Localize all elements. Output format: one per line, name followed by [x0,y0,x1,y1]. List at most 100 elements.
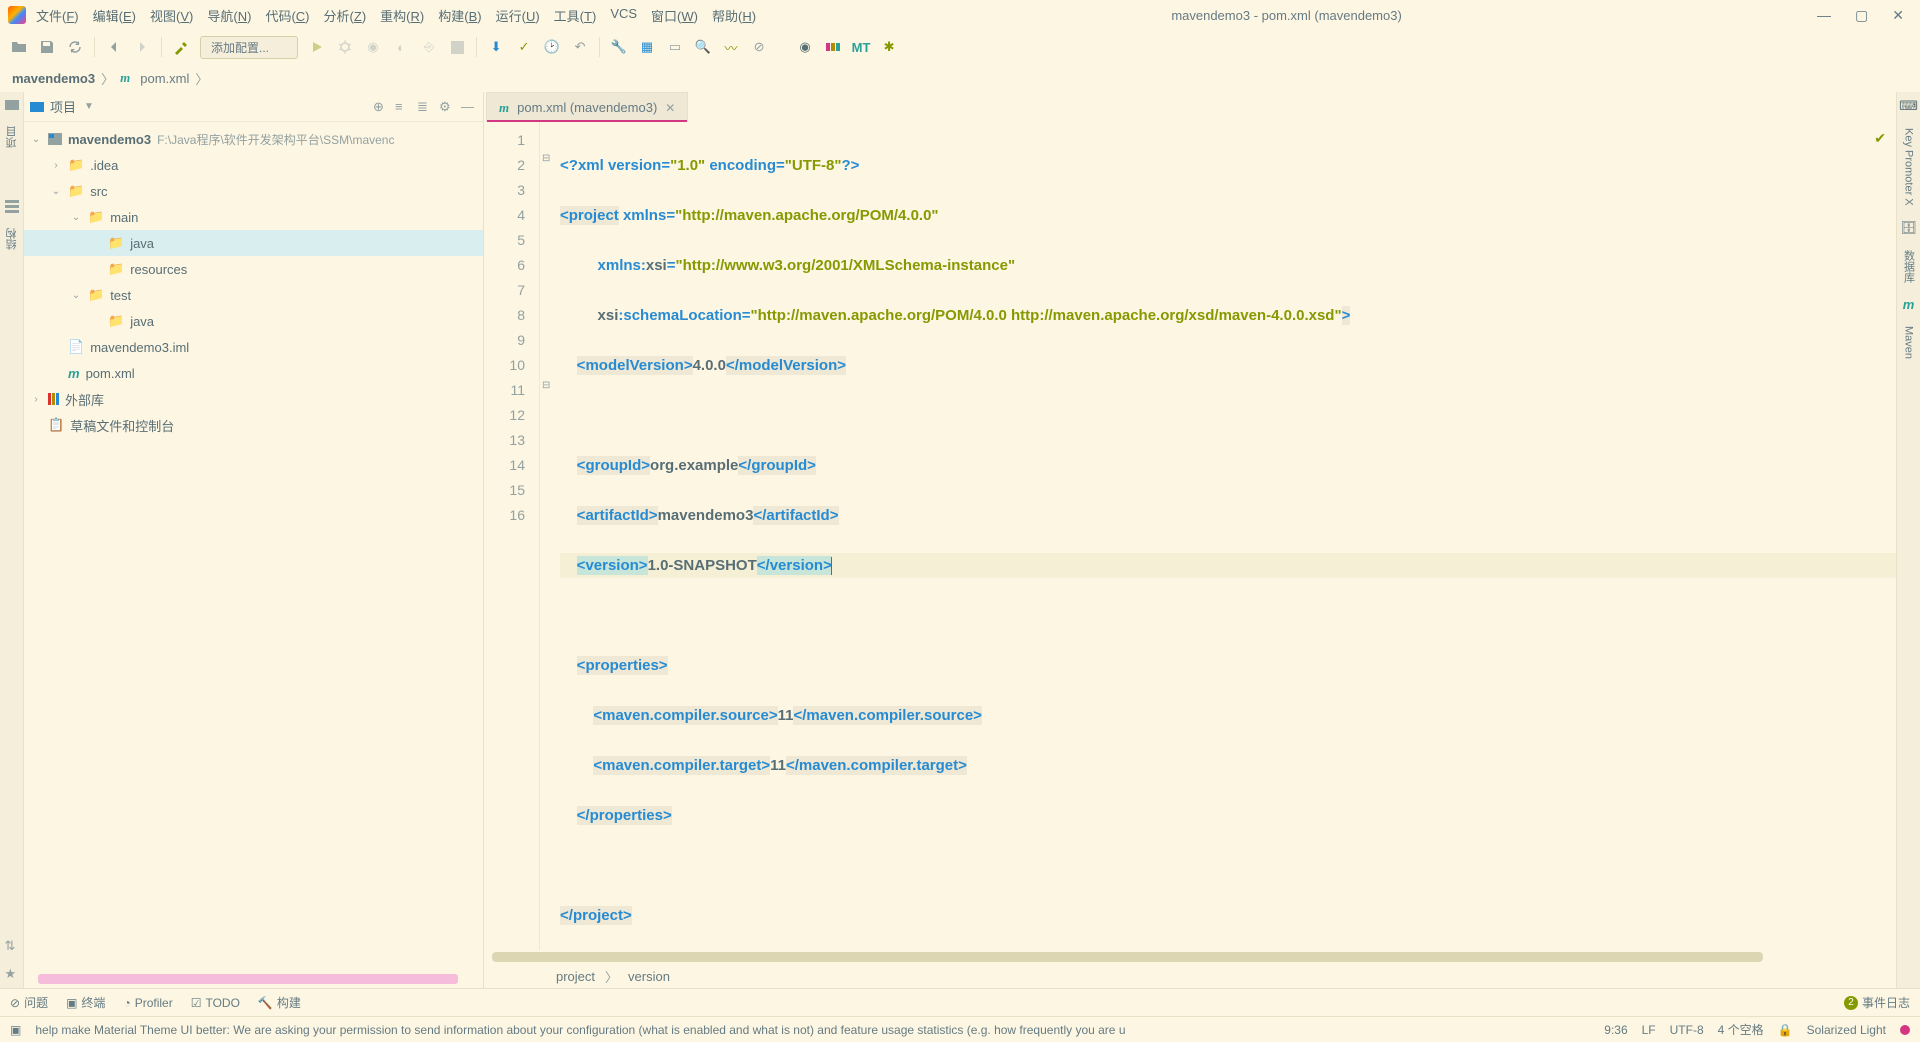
locate-icon[interactable]: ⊕ [373,99,389,115]
tree-java-test[interactable]: 📁java [24,308,483,334]
build-tool[interactable]: 🔨 构建 [258,994,301,1011]
tree-iml[interactable]: 📄mavendemo3.iml [24,334,483,360]
save-icon[interactable] [38,38,56,56]
sonar-icon[interactable]: 〰 [722,38,740,56]
tree-java-main[interactable]: 📁java [24,230,483,256]
tree-resources[interactable]: 📁resources [24,256,483,282]
menu-refactor[interactable]: 重构(R) [380,6,424,25]
tree-test[interactable]: ⌄📁test [24,282,483,308]
cursor-position[interactable]: 9:36 [1604,1023,1627,1037]
search-icon[interactable]: 🔍 [694,38,712,56]
expand-all-icon[interactable]: ≡ [395,99,411,115]
coverage-icon[interactable]: ◉ [364,38,382,56]
open-icon[interactable] [10,38,28,56]
favorites-icon[interactable]: ★ [5,966,19,980]
menu-tools[interactable]: 工具(T) [554,6,597,25]
tree-pom[interactable]: mpom.xml [24,360,483,386]
maven-tab[interactable]: Maven [1903,322,1915,363]
breadcrumb-root[interactable]: mavendemo3 [12,71,95,86]
code-editor[interactable]: ✔ 12345678910111213141516 ⊟ ⊟ <?xml vers… [484,122,1896,950]
git-dot-icon[interactable] [1900,1025,1910,1035]
git-update-icon[interactable]: ⬇ [487,38,505,56]
project-hscrollbar[interactable] [38,974,458,984]
toolwindows-icon[interactable]: ▣ [10,1023,21,1037]
commit-tool-icon[interactable]: ⇅ [5,938,19,952]
eventlog-tool[interactable]: 2 事件日志 [1844,994,1910,1011]
menu-code[interactable]: 代码(C) [265,6,309,25]
maximize-icon[interactable]: ▢ [1855,7,1868,24]
line-separator[interactable]: LF [1642,1023,1656,1037]
git-commit-icon[interactable]: ✓ [515,38,533,56]
editor-hscrollbar[interactable] [492,952,1763,962]
sync-icon[interactable] [66,38,84,56]
phone-icon[interactable]: ▭ [666,38,684,56]
tree-root[interactable]: ⌄ mavendemo3 F:\Java程序\软件开发架构平台\SSM\mave… [24,126,483,152]
close-icon[interactable]: ✕ [1892,7,1904,24]
tree-src[interactable]: ⌄📁src [24,178,483,204]
menu-help[interactable]: 帮助(H) [712,6,756,25]
run-icon[interactable] [308,38,326,56]
tree-external-libs[interactable]: ›外部库 [24,386,483,412]
fold-gutter[interactable]: ⊟ ⊟ [540,122,556,950]
git-history-icon[interactable]: 🕑 [543,38,561,56]
database-icon[interactable]: 🗄 [1900,220,1917,236]
maven-icon[interactable]: m [1903,297,1915,312]
project-icon[interactable] [5,98,19,112]
menu-navigate[interactable]: 导航(N) [207,6,251,25]
gear-icon[interactable]: ⚙ [439,99,455,115]
file-encoding[interactable]: UTF-8 [1670,1023,1704,1037]
debug-icon[interactable] [336,38,354,56]
collapse-all-icon[interactable]: ≣ [417,99,433,115]
menu-file[interactable]: 文件(F) [36,6,79,25]
puzzle-icon[interactable]: ✱ [880,38,898,56]
stop-icon[interactable] [448,38,466,56]
inspection-ok-icon[interactable]: ✔ [1874,130,1886,147]
hammer-icon[interactable] [172,38,190,56]
run-config-combo[interactable]: 添加配置... [200,36,298,59]
tree-idea[interactable]: ›📁.idea [24,152,483,178]
db-tool-icon[interactable]: ▦ [638,38,656,56]
terminal-tool[interactable]: ▣ 终端 [66,994,105,1011]
no-icon[interactable]: ⊘ [750,38,768,56]
database-tab[interactable]: 数据库 [1901,246,1917,287]
menu-run[interactable]: 运行(U) [496,6,540,25]
profile-icon[interactable]: ◐ [392,38,410,56]
minimize-icon[interactable]: — [1817,7,1831,24]
back-icon[interactable] [105,38,123,56]
git-revert-icon[interactable]: ↶ [571,38,589,56]
tab-close-icon[interactable]: ✕ [665,101,675,115]
colors-icon[interactable] [824,38,842,56]
keypromoter-icon[interactable]: ⌨ [1899,98,1918,114]
menu-build[interactable]: 构建(B) [438,6,481,25]
project-tab[interactable]: 项目 [4,120,20,154]
tab-pom[interactable]: m pom.xml (mavendemo3) ✕ [486,92,688,122]
lock-icon[interactable]: 🔒 [1778,1023,1793,1037]
menu-edit[interactable]: 编辑(E) [93,6,136,25]
editor-crumb-version[interactable]: version [628,969,670,984]
wrench-icon[interactable]: 🔧 [610,38,628,56]
hide-panel-icon[interactable]: — [461,99,477,115]
profiler-tool[interactable]: ◔ Profiler [123,996,172,1010]
chevron-down-icon[interactable]: ▼ [84,101,94,112]
line-gutter[interactable]: 12345678910111213141516 [484,122,540,950]
project-tree[interactable]: ⌄ mavendemo3 F:\Java程序\软件开发架构平台\SSM\mave… [24,122,483,970]
menu-vcs[interactable]: VCS [610,6,637,25]
menu-analyze[interactable]: 分析(Z) [324,6,367,25]
tree-scratch[interactable]: 📋草稿文件和控制台 [24,412,483,438]
material-icon[interactable]: MT [852,38,870,56]
tree-main[interactable]: ⌄📁main [24,204,483,230]
code-content[interactable]: <?xml version="1.0" encoding="UTF-8"?> <… [556,122,1896,950]
theme-indicator[interactable]: Solarized Light [1807,1023,1886,1037]
menu-window[interactable]: 窗口(W) [651,6,698,25]
todo-tool[interactable]: ☑ TODO [191,996,240,1010]
help-circle-icon[interactable]: ◉ [796,38,814,56]
breadcrumb-file[interactable]: pom.xml [140,71,189,86]
problems-tool[interactable]: ⊘ 问题 [10,994,48,1011]
forward-icon[interactable] [133,38,151,56]
keypromoter-tab[interactable]: Key Promoter X [1903,124,1915,210]
structure-icon[interactable] [5,200,19,214]
attach-icon[interactable]: ⎆ [420,38,438,56]
editor-crumb-project[interactable]: project [556,969,595,984]
structure-tab[interactable]: 结构 [4,222,20,256]
menu-view[interactable]: 视图(V) [150,6,193,25]
